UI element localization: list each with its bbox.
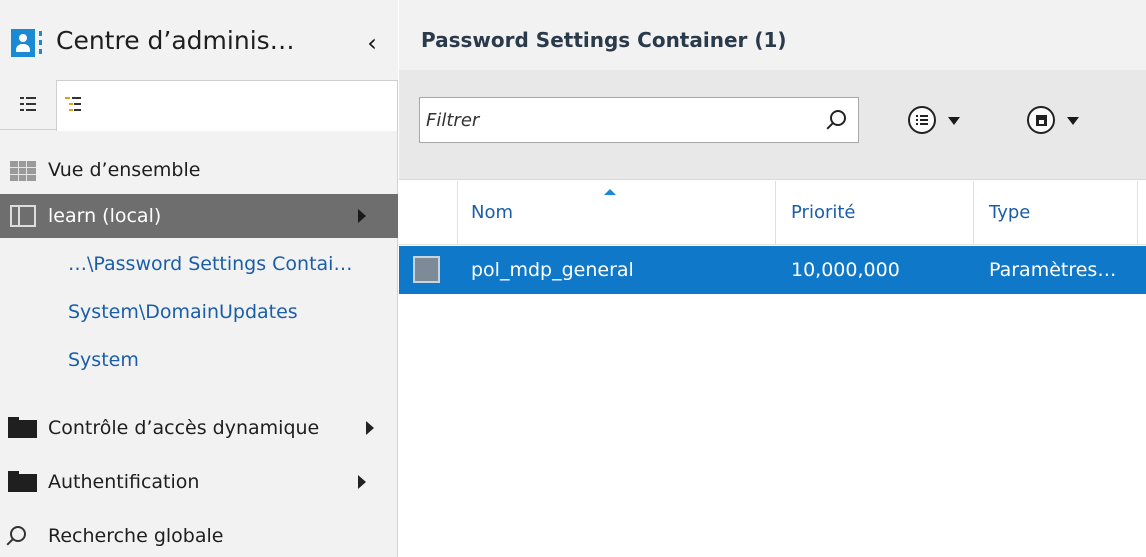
admin-center-icon-bars [39,31,42,55]
save-icon [1027,106,1055,134]
app-title: Centre d’adminis… [56,26,295,55]
search-icon [10,526,26,542]
column-header-type[interactable]: Type [989,181,1030,245]
main-header: Password Settings Container (1) [399,0,1146,70]
nav-item-label: learn (local) [48,205,162,227]
nav-item-learn-local[interactable]: learn (local) [0,194,398,238]
nav-item-system-domainupdates[interactable]: System\DomainUpdates [0,290,398,334]
cell-type: Paramètres… [989,259,1117,281]
search-icon[interactable] [830,110,846,126]
nav-item-authentication[interactable]: Authentification [0,460,398,504]
tab-list-view[interactable] [8,80,56,130]
nav-item-label: System [68,349,139,371]
column-separator[interactable] [973,181,974,245]
column-separator[interactable] [1137,181,1138,245]
nav-item-global-search[interactable]: Recherche globale [0,514,398,557]
table-row[interactable]: pol_mdp_general 10,000,000 Paramètres… [399,246,1146,294]
nav-item-system[interactable]: System [0,338,398,382]
collapse-sidebar-button[interactable]: ‹ [360,28,384,58]
page-title: Password Settings Container (1) [421,28,787,52]
main-panel: Password Settings Container (1) Nom Pri [399,0,1146,557]
nav-item-dynamic-access-control[interactable]: Contrôle d’accès dynamique [0,406,398,450]
save-query-button[interactable] [1027,106,1107,136]
sidebar: Centre d’adminis… ‹ Vue d’ensemble learn… [0,0,398,557]
chevron-down-icon [948,117,960,125]
column-separator[interactable] [775,181,776,245]
chevron-down-icon [1067,117,1079,125]
nav-item-label: Vue d’ensemble [48,159,201,181]
column-header-name[interactable]: Nom [471,181,513,245]
list-view-icon [20,97,36,111]
sidebar-header: Centre d’adminis… ‹ [0,0,398,80]
toolbar [399,70,1146,180]
nav-item-password-settings-container[interactable]: …\Password Settings Contai… [0,242,398,286]
domain-icon [10,205,36,227]
overview-grid-icon [10,161,36,181]
nav-item-label: Recherche globale [48,525,224,547]
nav-item-label: …\Password Settings Contai… [68,253,353,275]
tab-tree-view[interactable] [56,80,398,131]
cell-name: pol_mdp_general [471,259,634,281]
grid-header: Nom Priorité Type [399,181,1146,245]
password-settings-object-icon [413,256,440,283]
nav-item-label: System\DomainUpdates [68,301,298,323]
folder-icon [8,417,37,438]
expand-arrow-icon[interactable] [358,475,366,489]
nav-item-label: Authentification [48,471,200,493]
cell-priority: 10,000,000 [791,259,900,281]
sort-ascending-icon [604,189,616,195]
nav-item-label: Contrôle d’accès dynamique [48,417,320,439]
filter-input[interactable] [426,106,806,134]
tree-view-icon [65,97,81,113]
list-options-icon [908,106,936,134]
column-separator[interactable] [457,181,458,245]
column-header-priority[interactable]: Priorité [791,181,856,245]
view-options-button[interactable] [908,106,988,136]
admin-center-icon [11,29,35,57]
expand-arrow-icon[interactable] [366,421,374,435]
folder-icon [8,471,37,492]
nav-item-overview[interactable]: Vue d’ensemble [0,148,398,192]
expand-arrow-icon[interactable] [358,209,366,223]
view-tabs [0,80,398,131]
filter-box[interactable] [419,97,859,143]
